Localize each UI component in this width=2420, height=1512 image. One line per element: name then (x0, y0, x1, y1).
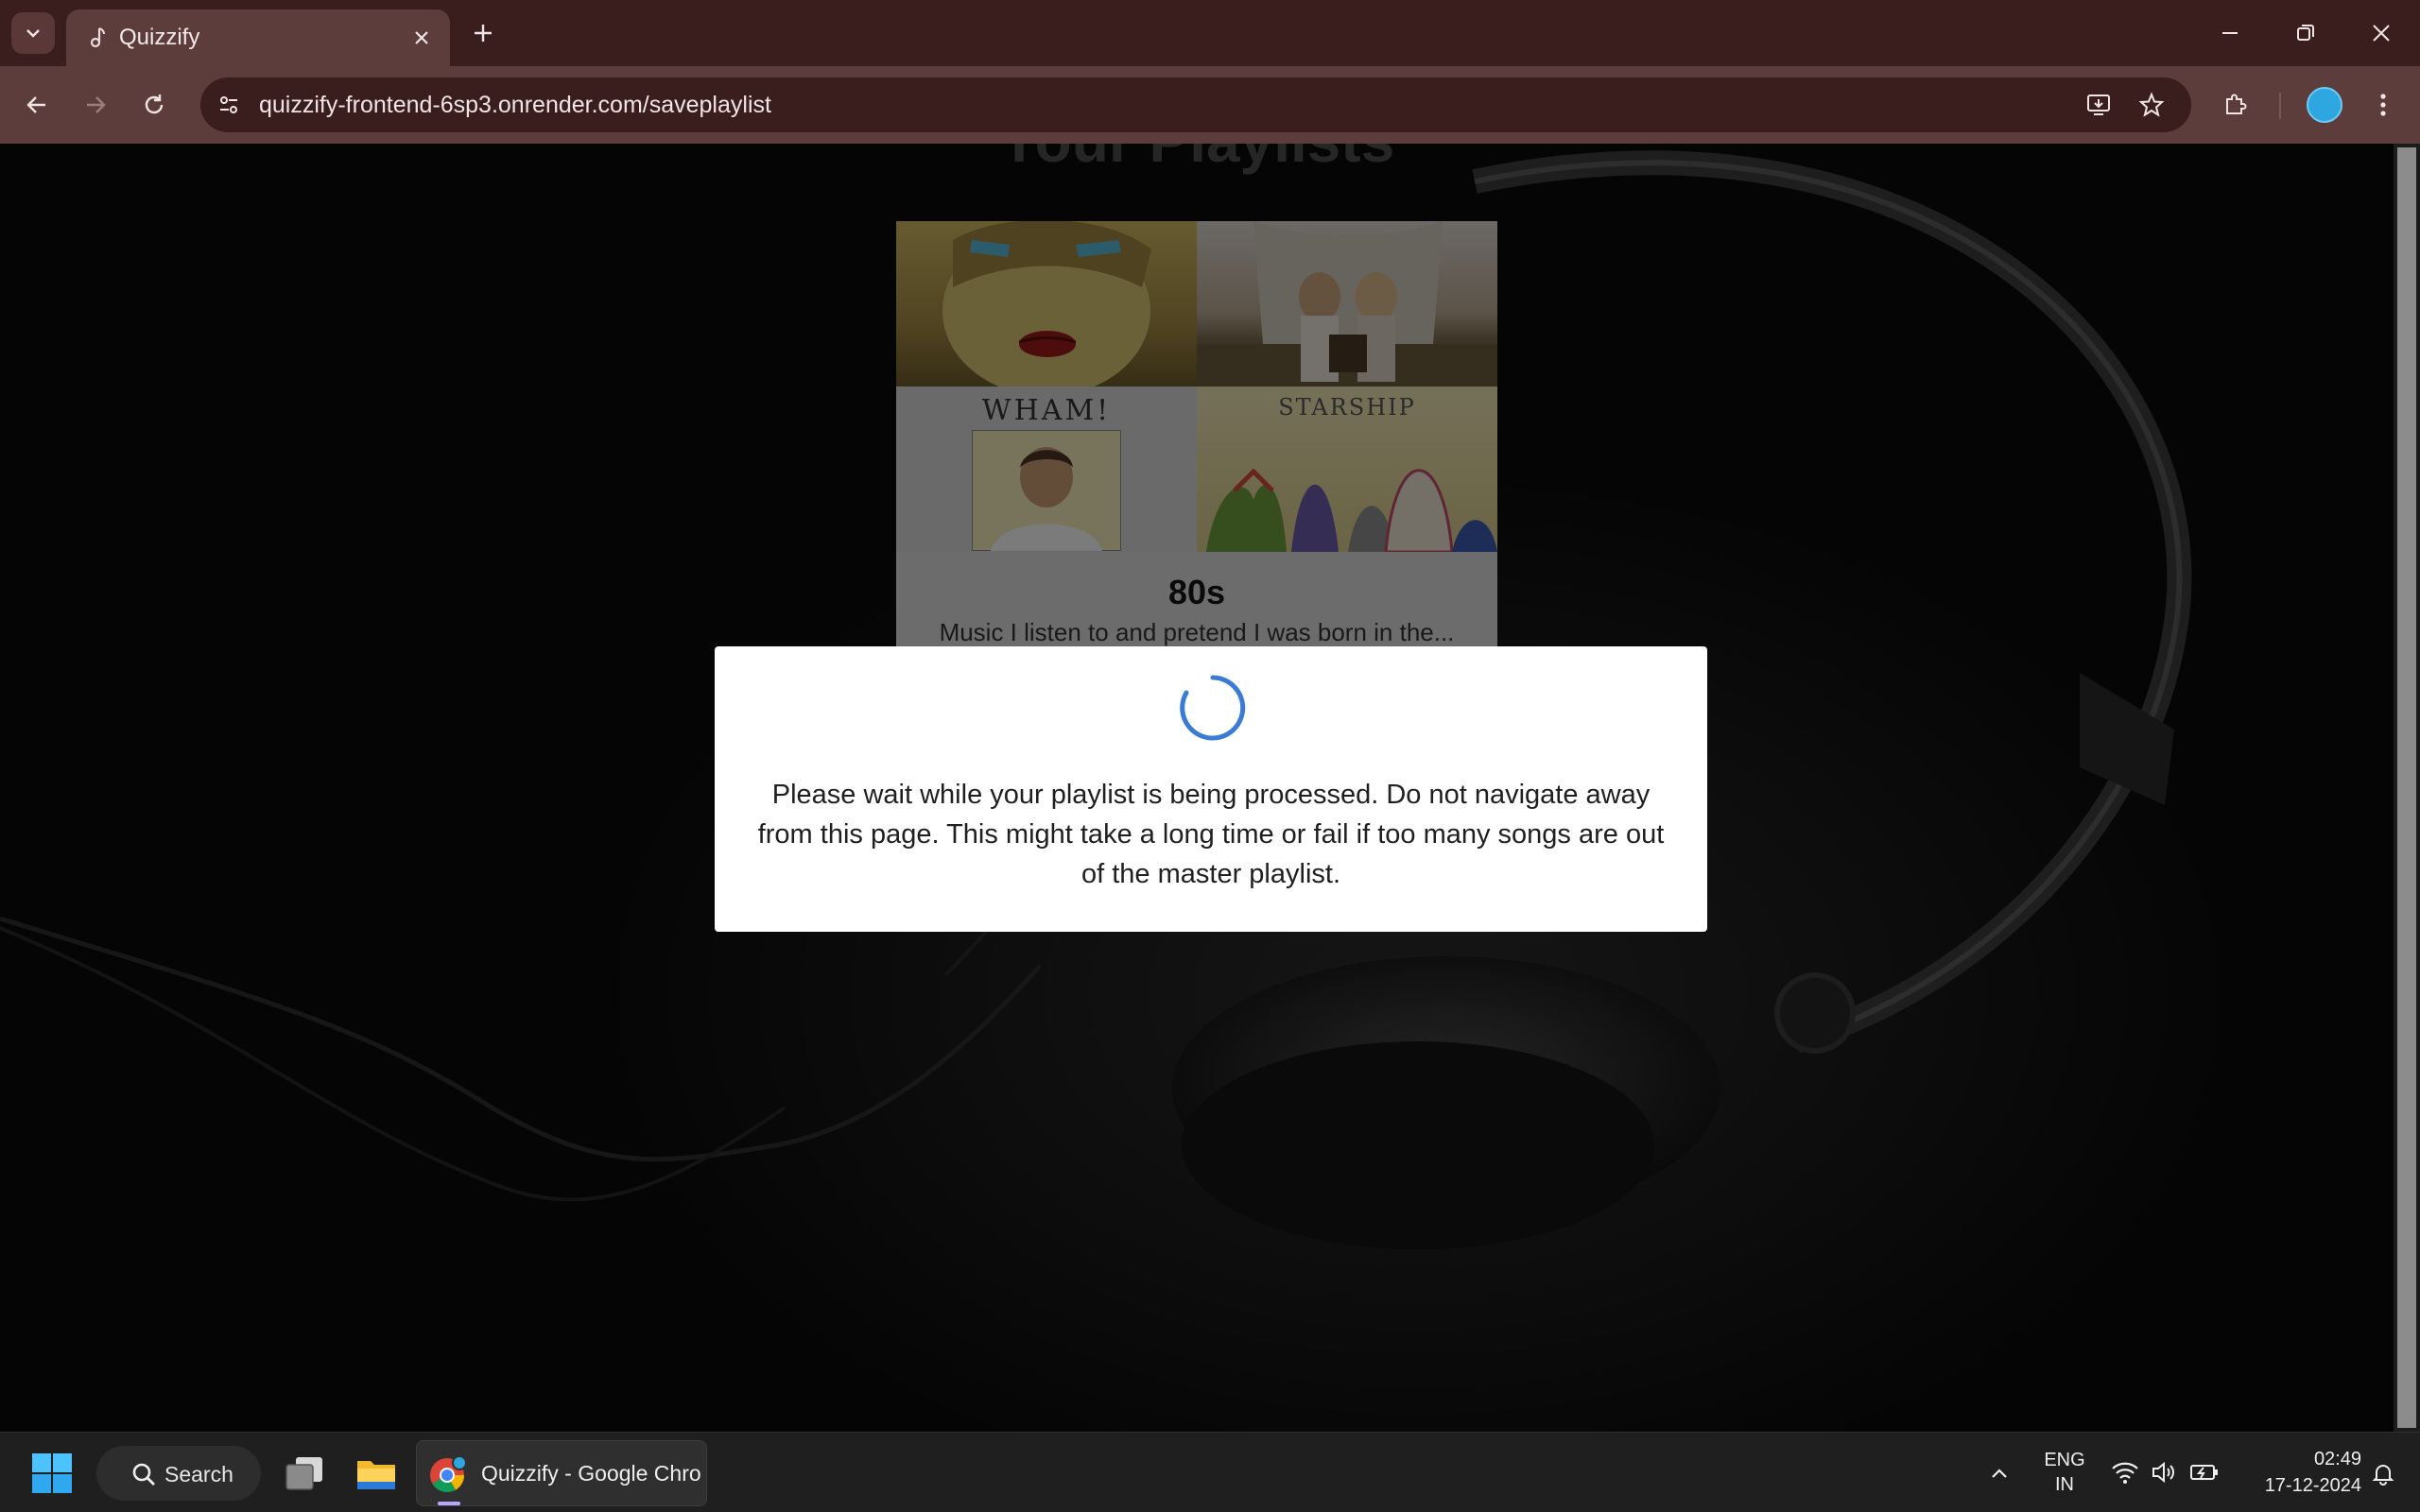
url-text[interactable]: quizzify-frontend-6sp3.onrender.com/save… (259, 90, 771, 120)
restore-window-button[interactable] (2273, 9, 2339, 57)
browser-tab-bar: Quizzify (0, 0, 2420, 66)
tab-quizzify[interactable]: Quizzify (66, 9, 450, 66)
clock-time: 02:49 (2313, 1449, 2361, 1469)
chrome-menu-button[interactable] (2361, 83, 2405, 127)
battery-charging-icon (2190, 1465, 2218, 1480)
battery-status[interactable] (2187, 1455, 2221, 1489)
profile-avatar[interactable] (2307, 87, 2342, 123)
search-icon (132, 1463, 155, 1486)
close-icon (415, 31, 428, 44)
chevron-up-icon (1992, 1469, 2007, 1478)
install-app-button[interactable] (2080, 86, 2118, 124)
bell-icon (2372, 1465, 2394, 1486)
close-icon (2373, 25, 2390, 42)
reload-icon (145, 94, 164, 114)
arrow-right-icon (87, 96, 106, 113)
toolbar-separator (2279, 93, 2281, 119)
system-clock[interactable]: 02:49 17-12-2024 (2231, 1446, 2361, 1499)
site-info-button[interactable] (210, 86, 248, 124)
minimize-icon (2222, 32, 2238, 34)
active-window-indicator (438, 1502, 460, 1505)
back-button[interactable] (15, 83, 59, 127)
forward-button[interactable] (74, 83, 117, 127)
address-bar[interactable]: quizzify-frontend-6sp3.onrender.com/save… (200, 77, 2191, 132)
close-tab-button[interactable] (406, 23, 437, 53)
star-icon (2138, 92, 2165, 117)
language-code: ENG (2044, 1450, 2085, 1470)
chevron-down-icon (26, 29, 40, 38)
show-hidden-icons-button[interactable] (1983, 1457, 2015, 1489)
region-code: IN (2055, 1474, 2074, 1495)
reload-button[interactable] (132, 83, 176, 127)
notifications-button[interactable] (2367, 1457, 2399, 1489)
task-view-icon (285, 1457, 322, 1490)
page-viewport: Your Playlists WHAM! (0, 144, 2394, 1432)
chrome-window-label: Quizzify - Google Chrome (481, 1461, 700, 1486)
processing-message: Please wait while your playlist is being… (757, 780, 1665, 889)
taskbar-chrome-window[interactable]: Quizzify - Google Chrome (416, 1440, 707, 1506)
speaker-icon (2152, 1461, 2174, 1484)
tune-icon (220, 96, 237, 113)
new-tab-button[interactable] (465, 15, 501, 51)
input-language-indicator[interactable]: ENG IN (2036, 1448, 2093, 1497)
windows-start-icon[interactable] (32, 1453, 72, 1493)
chrome-icon (430, 1456, 466, 1493)
browser-toolbar: quizzify-frontend-6sp3.onrender.com/save… (0, 66, 2420, 144)
scrollbar-thumb[interactable] (2397, 147, 2416, 1428)
plus-icon (475, 25, 492, 42)
clock-date: 17-12-2024 (2264, 1475, 2361, 1496)
bookmark-button[interactable] (2133, 86, 2170, 124)
music-note-icon (90, 26, 106, 48)
puzzle-icon (2226, 94, 2247, 114)
volume-status[interactable] (2148, 1455, 2182, 1489)
restore-icon (2297, 25, 2314, 41)
extensions-button[interactable] (2214, 83, 2257, 127)
folder-icon (357, 1461, 395, 1489)
wifi-icon (2112, 1462, 2138, 1484)
processing-dialog: Please wait while your playlist is being… (715, 646, 1707, 932)
more-vertical-icon (2380, 94, 2386, 116)
arrow-left-icon (26, 96, 45, 113)
taskbar-search[interactable]: Search (96, 1446, 261, 1501)
tab-title: Quizzify (119, 25, 200, 50)
task-view-button[interactable] (276, 1446, 333, 1501)
file-explorer-button[interactable] (348, 1446, 405, 1501)
tab-search-button[interactable] (11, 12, 55, 54)
page-scrollbar[interactable] (2394, 144, 2420, 1432)
minimize-window-button[interactable] (2197, 9, 2263, 57)
install-icon (2087, 94, 2110, 115)
loading-spinner-icon (1180, 675, 1246, 741)
wifi-status[interactable] (2108, 1455, 2142, 1489)
close-window-button[interactable] (2348, 9, 2414, 57)
search-label: Search (164, 1462, 233, 1486)
windows-taskbar: Search Quizzify - Google Chrome ENG IN 0… (0, 1432, 2420, 1512)
